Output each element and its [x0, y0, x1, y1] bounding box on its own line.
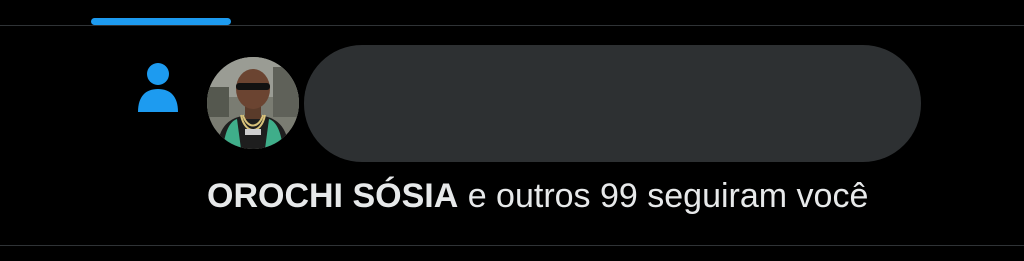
notification-text: OROCHI SÓSIA e outros 99 seguiram você [207, 174, 868, 218]
avatar[interactable] [207, 57, 299, 149]
redacted-content [304, 45, 921, 162]
notification-message: e outros 99 seguiram você [467, 177, 869, 215]
user-name-link[interactable]: OROCHI SÓSIA [207, 177, 458, 215]
divider [0, 245, 1024, 246]
person-icon [138, 63, 178, 112]
avatar-photo [207, 57, 299, 149]
follow-notification[interactable]: OROCHI SÓSIA e outros 99 seguiram você [0, 0, 1024, 245]
